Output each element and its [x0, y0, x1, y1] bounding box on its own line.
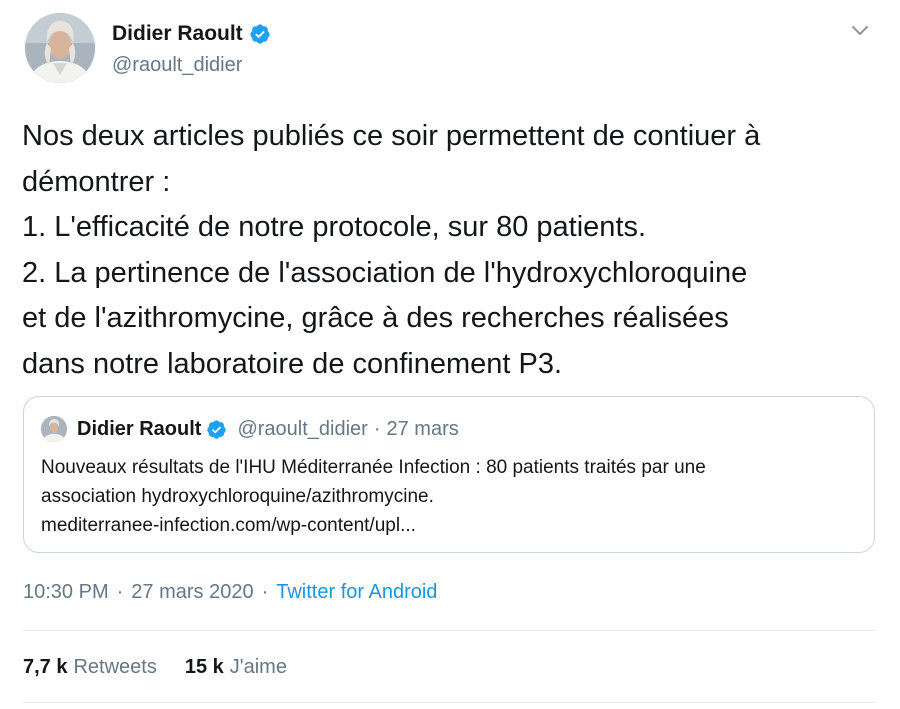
- quoted-separator: ·: [373, 417, 381, 440]
- tweet-source-link[interactable]: Twitter for Android: [276, 581, 437, 604]
- likes-label: J'aime: [229, 655, 287, 678]
- likes-stat[interactable]: 15 k J'aime: [185, 656, 287, 679]
- author-name[interactable]: Didier Raoult: [112, 22, 243, 46]
- tweet-text-line: 1. L'efficacité de notre protocole, sur …: [22, 211, 647, 243]
- retweets-count: 7,7 k: [23, 655, 68, 678]
- author-handle[interactable]: @raoult_didier: [112, 54, 271, 77]
- quoted-text-line: Nouveaux résultats de l'IHU Méditerranée…: [41, 457, 706, 478]
- tweet-meta: 10:30 PM · 27 mars 2020 · Twitter for An…: [23, 578, 437, 606]
- tweet-text-line: et de l'azithromycine, grâce à des reche…: [22, 302, 729, 334]
- tweet-text-line: 2. La pertinence de l'association de l'h…: [22, 256, 748, 289]
- quoted-date: 27 mars: [386, 417, 459, 440]
- verified-badge-icon: [249, 23, 271, 45]
- chevron-down-icon[interactable]: [850, 24, 870, 38]
- quoted-avatar: [41, 416, 67, 442]
- tweet-stats: 7,7 k Retweets 15 k J'aime: [23, 652, 315, 682]
- author-block: Didier Raoult @raoult_didier: [112, 20, 271, 77]
- meta-separator: ·: [116, 580, 124, 603]
- quoted-author-name: Didier Raoult: [77, 417, 202, 440]
- retweets-stat[interactable]: 7,7 k Retweets: [23, 656, 157, 679]
- meta-separator: ·: [261, 580, 269, 603]
- tweet-date[interactable]: 27 mars 2020: [131, 581, 253, 604]
- tweet-text-line: démontrer :: [22, 165, 171, 198]
- tweet-time[interactable]: 10:30 PM: [23, 581, 109, 604]
- divider: [23, 630, 876, 631]
- divider: [23, 702, 876, 703]
- tweet-text: Nos deux articles publiés ce soir permet…: [22, 114, 882, 387]
- likes-count: 15 k: [184, 655, 224, 678]
- quoted-text: Nouveaux résultats de l'IHU Méditerranée…: [41, 453, 871, 540]
- tweet-card: Didier Raoult @raoult_didier Nos deux ar…: [0, 0, 900, 709]
- avatar[interactable]: [25, 13, 95, 83]
- quoted-header: Didier Raoult @raoult_didier · 27 mars: [77, 415, 459, 443]
- retweets-label: Retweets: [73, 655, 157, 678]
- verified-badge-icon: [206, 419, 227, 440]
- tweet-text-line: Nos deux articles publiés ce soir permet…: [22, 120, 761, 152]
- quoted-link: mediterranee-infection.com/wp-content/up…: [41, 515, 416, 536]
- quoted-text-line: association hydroxychloroquine/azithromy…: [41, 486, 434, 507]
- quoted-author-handle: @raoult_didier: [237, 417, 368, 440]
- quoted-tweet[interactable]: Didier Raoult @raoult_didier · 27 mars N…: [23, 396, 875, 553]
- tweet-text-line: dans notre laboratoire de confinement P3…: [22, 347, 563, 380]
